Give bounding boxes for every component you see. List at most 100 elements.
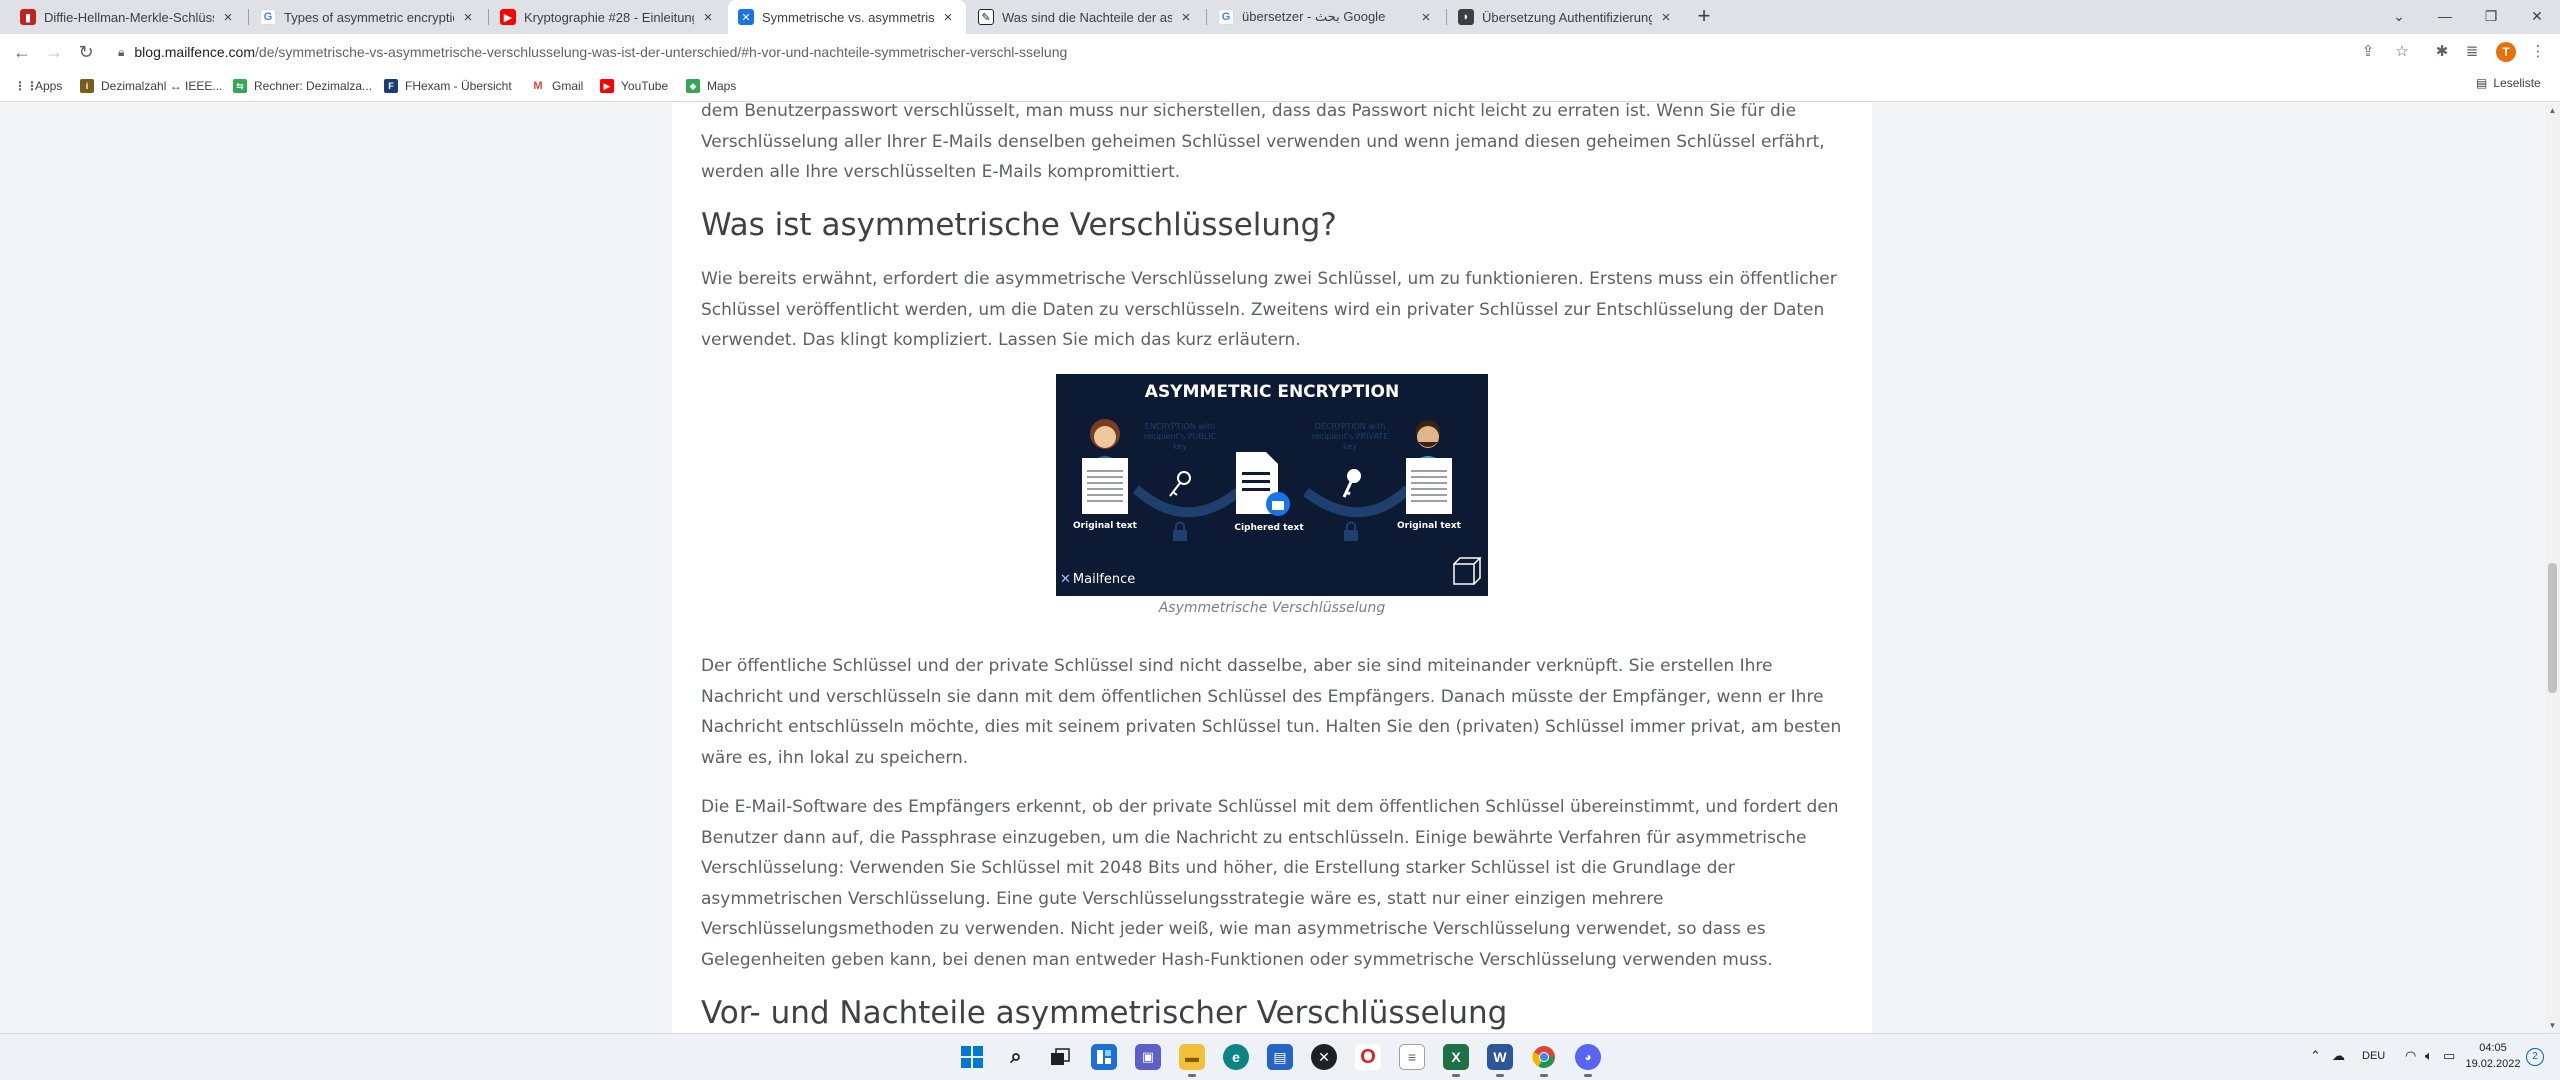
tab-0[interactable]: ▮ Diffie-Hellman-Merkle-Schlüssel... × bbox=[10, 0, 246, 34]
close-icon[interactable]: × bbox=[460, 9, 476, 26]
bookmark-label: Apps bbox=[35, 79, 63, 93]
language-indicator[interactable]: DEU bbox=[2362, 1050, 2385, 1062]
tab-1[interactable]: G Types of asymmetric encryption ... × bbox=[250, 0, 486, 34]
bookmark-apps[interactable]: ⋮⋮ Apps bbox=[14, 76, 62, 96]
reload-button[interactable]: ↻ bbox=[72, 38, 100, 66]
bookmark-ieee[interactable]: i Dezimalzahl ↔ IEEE... bbox=[80, 76, 222, 96]
notepad-icon[interactable]: ≡ bbox=[1399, 1044, 1425, 1070]
discord-icon[interactable]: ◕ bbox=[1575, 1044, 1601, 1077]
tab-separator bbox=[1206, 9, 1207, 25]
bookmark-red-icon: ▮ bbox=[20, 9, 36, 25]
excel-icon[interactable]: X bbox=[1443, 1044, 1469, 1077]
figure-brand-logo: ✕ Mailfence bbox=[1060, 572, 1135, 587]
tab-title: Types of asymmetric encryption ... bbox=[284, 9, 454, 25]
tab-title: Diffie-Hellman-Merkle-Schlüssel... bbox=[44, 9, 214, 25]
figure-title: ASYMMETRIC ENCRYPTION bbox=[1144, 382, 1400, 402]
share-icon[interactable]: ⇪ bbox=[2356, 40, 2380, 64]
reading-list-label: Leseliste bbox=[2493, 76, 2541, 90]
teams-chat-icon[interactable]: ▣ bbox=[1135, 1044, 1161, 1070]
figure-decryption-label: DECRYPTION with recipient's PRIVATE key bbox=[1311, 422, 1389, 451]
menu-kebab-icon[interactable]: ⋮ bbox=[2526, 40, 2550, 64]
scroll-up-arrow-icon[interactable]: ▲ bbox=[2545, 103, 2560, 118]
clock-date: 19.02.2022 bbox=[2465, 1058, 2521, 1070]
url-text: blog.mailfence.com/de/symmetrische-vs-as… bbox=[134, 44, 1067, 60]
page-scrollbar[interactable]: ▲ ▼ bbox=[2545, 103, 2560, 1033]
tab-search-icon[interactable]: ⌄ bbox=[2376, 0, 2422, 34]
bookmark-fhexam[interactable]: F FHexam - Übersicht bbox=[384, 76, 512, 96]
xbox-icon[interactable]: ✕ bbox=[1311, 1044, 1337, 1070]
bookmark-label: Gmail bbox=[552, 79, 584, 93]
chrome-icon[interactable] bbox=[1531, 1044, 1557, 1077]
opera-icon[interactable]: O bbox=[1355, 1044, 1381, 1070]
battery-icon[interactable]: ▭ bbox=[2443, 1048, 2455, 1064]
widgets-icon[interactable] bbox=[1091, 1044, 1117, 1070]
close-icon[interactable]: × bbox=[940, 9, 956, 26]
bookmark-label: Maps bbox=[707, 79, 737, 93]
close-icon[interactable]: × bbox=[220, 9, 236, 26]
scrollbar-thumb[interactable] bbox=[2548, 563, 2557, 693]
profile-avatar[interactable]: T bbox=[2496, 42, 2516, 62]
reading-list-button[interactable]: ▤ Leseliste bbox=[2476, 76, 2541, 90]
bookmark-rechner[interactable]: ⇆ Rechner: Dezimalza... bbox=[233, 76, 372, 96]
close-icon[interactable]: × bbox=[1658, 9, 1674, 26]
file-explorer-icon[interactable]: ▬ bbox=[1179, 1044, 1205, 1077]
system-clock[interactable]: 04:05 19.02.2022 bbox=[2458, 1040, 2528, 1072]
youtube-icon: ▶ bbox=[500, 9, 516, 25]
original-document-left-icon bbox=[1082, 458, 1128, 514]
close-icon[interactable]: × bbox=[700, 9, 716, 26]
browser-toolbar: ← → ↻ 🔒︎ blog.mailfence.com/de/symmetris… bbox=[0, 34, 2560, 70]
bookmark-youtube[interactable]: ▶ YouTube bbox=[600, 76, 668, 96]
tab-3-active[interactable]: ✕ Symmetrische vs. asymmetrische ... × bbox=[728, 0, 966, 34]
onedrive-icon[interactable]: ☁ bbox=[2332, 1048, 2345, 1064]
figure-svg bbox=[1056, 374, 1488, 596]
bookmark-maps[interactable]: ◆ Maps bbox=[686, 76, 736, 96]
volume-icon[interactable]: 🔈︎ bbox=[2425, 1048, 2433, 1064]
tab-title: Übersetzung Authentifizierung D... bbox=[1482, 9, 1652, 25]
notification-badge[interactable]: 2 bbox=[2526, 1048, 2544, 1066]
close-icon[interactable]: × bbox=[1418, 9, 1434, 26]
paragraph-public-private: Der öffentliche Schlüssel und der privat… bbox=[701, 656, 1842, 768]
paragraph-email-software: Die E-Mail-Software des Empfängers erken… bbox=[701, 797, 1839, 970]
youtube-icon: ▶ bbox=[600, 79, 614, 93]
original-document-right-icon bbox=[1406, 458, 1452, 514]
tray-chevron-icon[interactable]: ⌃ bbox=[2310, 1048, 2321, 1064]
bookmark-gmail[interactable]: M Gmail bbox=[531, 76, 583, 96]
wifi-icon[interactable]: ◠ bbox=[2405, 1048, 2416, 1064]
figure-brand-name: Mailfence bbox=[1072, 572, 1136, 587]
tab-5[interactable]: G übersetzer - بحث Google × bbox=[1208, 0, 1444, 34]
reading-queue-icon[interactable]: ≣ bbox=[2460, 40, 2484, 64]
tab-4[interactable]: ✎ Was sind die Nachteile der asym... × bbox=[968, 0, 1204, 34]
edit-icon: ✎ bbox=[978, 9, 994, 25]
tab-title: übersetzer - بحث Google bbox=[1242, 9, 1386, 24]
bookmark-star-icon[interactable]: ☆ bbox=[2390, 40, 2414, 64]
dictionary-icon: ◗ bbox=[1458, 9, 1474, 25]
scroll-down-arrow-icon[interactable]: ▼ bbox=[2545, 1018, 2560, 1033]
lock-icon[interactable]: 🔒︎ bbox=[118, 45, 124, 60]
back-button[interactable]: ← bbox=[8, 38, 36, 66]
tab-2[interactable]: ▶ Kryptographie #28 - Einleitung a... × bbox=[490, 0, 726, 34]
figure-original-text-right: Original text bbox=[1397, 521, 1461, 531]
close-icon[interactable]: × bbox=[1178, 9, 1194, 26]
address-bar[interactable]: 🔒︎ blog.mailfence.com/de/symmetrische-vs… bbox=[110, 37, 2410, 67]
minimize-button[interactable]: — bbox=[2422, 0, 2468, 34]
word-icon[interactable]: W bbox=[1487, 1044, 1513, 1077]
search-icon[interactable]: ⌕ bbox=[1003, 1044, 1029, 1070]
edge-icon[interactable]: e bbox=[1223, 1044, 1249, 1070]
task-view-icon[interactable] bbox=[1047, 1044, 1073, 1070]
close-window-button[interactable]: ✕ bbox=[2514, 0, 2560, 34]
tab-6[interactable]: ◗ Übersetzung Authentifizierung D... × bbox=[1448, 0, 1684, 34]
tab-title: Symmetrische vs. asymmetrische ... bbox=[762, 9, 934, 25]
restore-button[interactable]: ❐ bbox=[2468, 0, 2514, 34]
mailfence-x-icon: ✕ bbox=[1060, 572, 1071, 587]
start-icon[interactable] bbox=[959, 1044, 985, 1070]
extensions-icon[interactable]: ✱ bbox=[2430, 40, 2454, 64]
new-tab-button[interactable]: + bbox=[1692, 5, 1716, 29]
mailfence-icon: ✕ bbox=[738, 9, 754, 25]
url-host: blog.mailfence.com bbox=[134, 44, 256, 60]
forward-button[interactable]: → bbox=[40, 38, 68, 66]
apps-grid-icon: ⋮⋮ bbox=[14, 79, 38, 93]
store-icon[interactable]: ▤ bbox=[1267, 1044, 1293, 1070]
figure-encryption-label: ENCRYPTION with recipient's PUBLIC key bbox=[1143, 422, 1217, 451]
bookmark-label: FHexam - Übersicht bbox=[405, 79, 512, 93]
maps-icon: ◆ bbox=[686, 79, 700, 93]
